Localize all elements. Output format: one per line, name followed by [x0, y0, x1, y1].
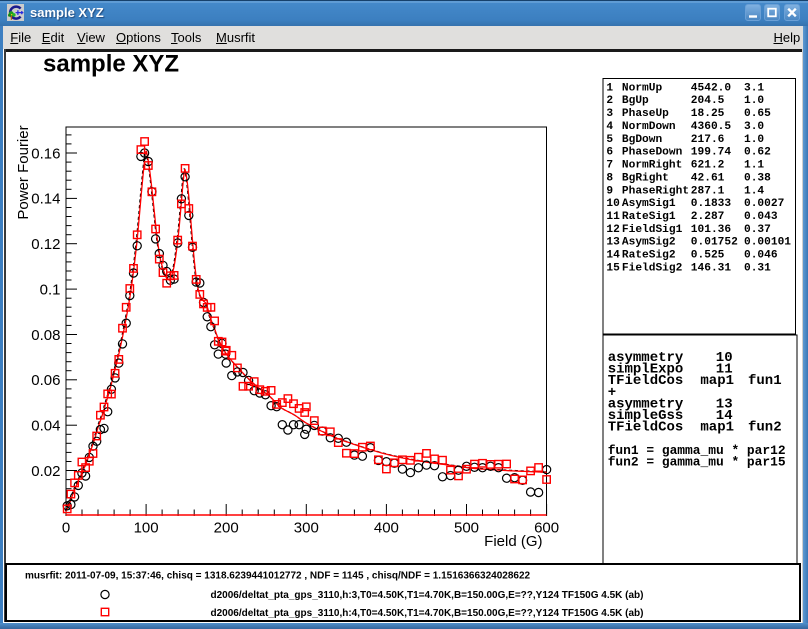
svg-text:400: 400: [374, 520, 399, 537]
svg-text:FieldSig1: FieldSig1: [622, 224, 683, 236]
svg-text:Power Fourier: Power Fourier: [15, 125, 32, 219]
svg-text:musrfit: 2011-07-09, 15:37:46,: musrfit: 2011-07-09, 15:37:46, chisq = 1…: [25, 570, 531, 581]
svg-text:0.02: 0.02: [31, 463, 60, 480]
svg-text:0.00101: 0.00101: [744, 237, 791, 249]
svg-text:PhaseUp: PhaseUp: [622, 108, 669, 120]
svg-text:500: 500: [454, 520, 479, 537]
svg-text:1.1: 1.1: [744, 160, 764, 172]
svg-text:0.65: 0.65: [744, 108, 771, 120]
svg-text:100: 100: [134, 520, 159, 537]
svg-text:6: 6: [606, 147, 613, 159]
svg-text:0.12: 0.12: [31, 236, 60, 253]
svg-text:3: 3: [606, 108, 613, 120]
svg-text:PhaseDown: PhaseDown: [622, 147, 683, 159]
svg-text:0.06: 0.06: [31, 372, 60, 389]
svg-text:199.74: 199.74: [691, 147, 732, 159]
svg-text:map1: map1: [700, 420, 734, 436]
svg-text:2: 2: [606, 95, 613, 107]
svg-text:fun1: fun1: [748, 373, 782, 389]
svg-text:sample XYZ: sample XYZ: [43, 51, 179, 77]
svg-text:0.16: 0.16: [31, 145, 60, 162]
svg-text:0.38: 0.38: [744, 172, 771, 184]
svg-text:7: 7: [606, 160, 613, 172]
svg-text:Field (G): Field (G): [484, 533, 542, 550]
svg-text:3.1: 3.1: [744, 82, 764, 94]
svg-text:1.4: 1.4: [744, 185, 764, 197]
svg-text:0.14: 0.14: [31, 191, 60, 208]
svg-text:fun2 = gamma_mu * par15: fun2 = gamma_mu * par15: [608, 455, 786, 470]
svg-text:3.0: 3.0: [744, 121, 764, 133]
svg-text:0: 0: [62, 520, 70, 537]
svg-text:NormRight: NormRight: [622, 160, 682, 172]
svg-text:1: 1: [606, 82, 613, 94]
svg-text:TFieldCos: TFieldCos: [608, 420, 684, 436]
svg-text:11: 11: [606, 211, 620, 223]
svg-text:0.62: 0.62: [744, 147, 771, 159]
svg-text:10: 10: [606, 198, 620, 210]
svg-text:18.25: 18.25: [691, 108, 725, 120]
svg-text:0.1833: 0.1833: [691, 198, 732, 210]
svg-text:BgDown: BgDown: [622, 134, 663, 146]
svg-text:146.31: 146.31: [691, 263, 732, 275]
svg-text:2.287: 2.287: [691, 211, 725, 223]
svg-text:AsymSig1: AsymSig1: [622, 198, 676, 210]
svg-text:0.525: 0.525: [691, 250, 725, 262]
svg-text:PhaseRight: PhaseRight: [622, 185, 689, 197]
svg-text:300: 300: [294, 520, 319, 537]
svg-text:0.0027: 0.0027: [744, 198, 784, 210]
svg-text:5: 5: [606, 134, 613, 146]
svg-text:NormDown: NormDown: [622, 121, 676, 133]
svg-text:0.046: 0.046: [744, 250, 778, 262]
svg-text:13: 13: [606, 237, 620, 249]
svg-text:0.08: 0.08: [31, 327, 60, 344]
svg-text:NormUp: NormUp: [622, 82, 663, 94]
svg-text:200: 200: [214, 520, 239, 537]
svg-text:BgUp: BgUp: [622, 95, 649, 107]
svg-text:287.1: 287.1: [691, 185, 725, 197]
svg-text:14: 14: [606, 250, 620, 262]
svg-text:FieldSig2: FieldSig2: [622, 263, 683, 275]
svg-text:map1: map1: [700, 373, 734, 389]
svg-text:RateSig2: RateSig2: [622, 250, 676, 262]
svg-text:12: 12: [606, 224, 620, 236]
svg-text:0.37: 0.37: [744, 224, 771, 236]
svg-text:fun2: fun2: [748, 420, 782, 436]
svg-text:9: 9: [606, 185, 613, 197]
svg-text:TFieldCos: TFieldCos: [608, 373, 684, 389]
svg-text:4: 4: [606, 121, 613, 133]
svg-text:621.2: 621.2: [691, 160, 725, 172]
svg-text:42.61: 42.61: [691, 172, 725, 184]
svg-text:204.5: 204.5: [691, 95, 725, 107]
svg-text:4360.5: 4360.5: [691, 121, 732, 133]
svg-text:1.0: 1.0: [744, 95, 764, 107]
svg-text:8: 8: [606, 172, 613, 184]
svg-text:d2006/deltat_pta_gps_3110,h:3,: d2006/deltat_pta_gps_3110,h:3,T0=4.50K,T…: [211, 590, 644, 601]
svg-text:RateSig1: RateSig1: [622, 211, 676, 223]
svg-text:15: 15: [606, 263, 620, 275]
svg-text:0.04: 0.04: [31, 418, 60, 435]
svg-text:1.0: 1.0: [744, 134, 764, 146]
svg-text:d2006/deltat_pta_gps_3110,h:4,: d2006/deltat_pta_gps_3110,h:4,T0=4.50K,T…: [211, 608, 644, 619]
svg-text:AsymSig2: AsymSig2: [622, 237, 676, 249]
svg-text:0.31: 0.31: [744, 263, 771, 275]
svg-text:217.6: 217.6: [691, 134, 725, 146]
svg-text:0.043: 0.043: [744, 211, 778, 223]
svg-text:BgRight: BgRight: [622, 172, 669, 184]
svg-text:101.36: 101.36: [691, 224, 732, 236]
svg-text:0.01752: 0.01752: [691, 237, 738, 249]
svg-text:4542.0: 4542.0: [691, 82, 732, 94]
svg-text:0.1: 0.1: [40, 281, 61, 298]
